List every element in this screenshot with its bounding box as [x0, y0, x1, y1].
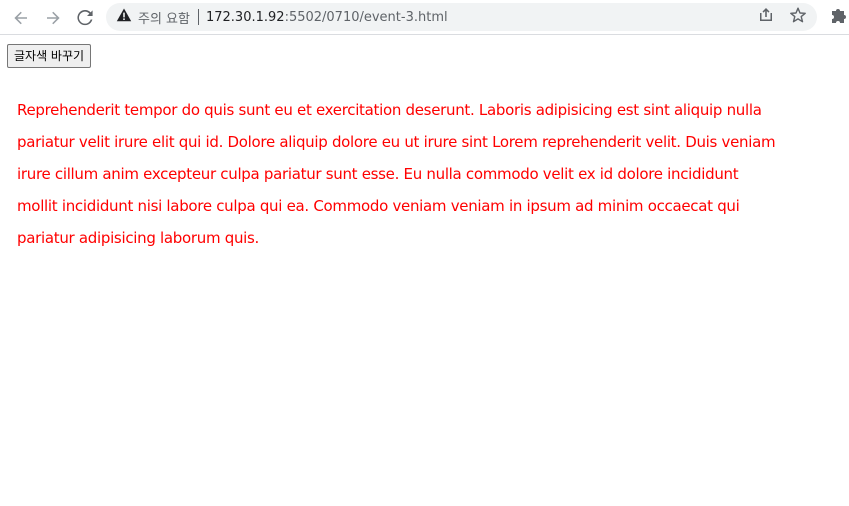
browser-toolbar: 주의 요함 172.30.1.92:5502/0710/event-3.html — [0, 0, 849, 35]
share-icon — [758, 7, 774, 27]
url-path: :5502/0710/event-3.html — [284, 9, 448, 25]
star-icon — [790, 7, 806, 27]
warning-icon — [116, 7, 132, 27]
url-text[interactable]: 172.30.1.92:5502/0710/event-3.html — [206, 10, 448, 25]
extensions-button[interactable] — [829, 7, 849, 27]
puzzle-icon — [829, 9, 847, 29]
security-label: 주의 요함 — [138, 11, 190, 27]
forward-button[interactable] — [40, 5, 66, 31]
page-content: 글자색 바꾸기 Reprehenderit tempor do quis sun… — [0, 36, 849, 506]
url-host: 172.30.1.92 — [205, 9, 285, 25]
body-paragraph: Reprehenderit tempor do quis sunt eu et … — [17, 101, 776, 247]
arrow-right-icon — [45, 10, 61, 26]
reload-icon — [77, 10, 93, 26]
change-text-color-button[interactable]: 글자색 바꾸기 — [7, 44, 92, 68]
security-indicator[interactable]: 주의 요함 172.30.1.92:5502/0710/event-3.html — [116, 3, 448, 31]
reload-button[interactable] — [72, 5, 98, 31]
arrow-left-icon — [13, 10, 29, 26]
back-button[interactable] — [8, 5, 34, 31]
address-bar[interactable]: 주의 요함 172.30.1.92:5502/0710/event-3.html — [106, 3, 817, 31]
share-button[interactable] — [756, 7, 776, 27]
separator — [197, 9, 199, 25]
bookmark-button[interactable] — [788, 7, 808, 27]
